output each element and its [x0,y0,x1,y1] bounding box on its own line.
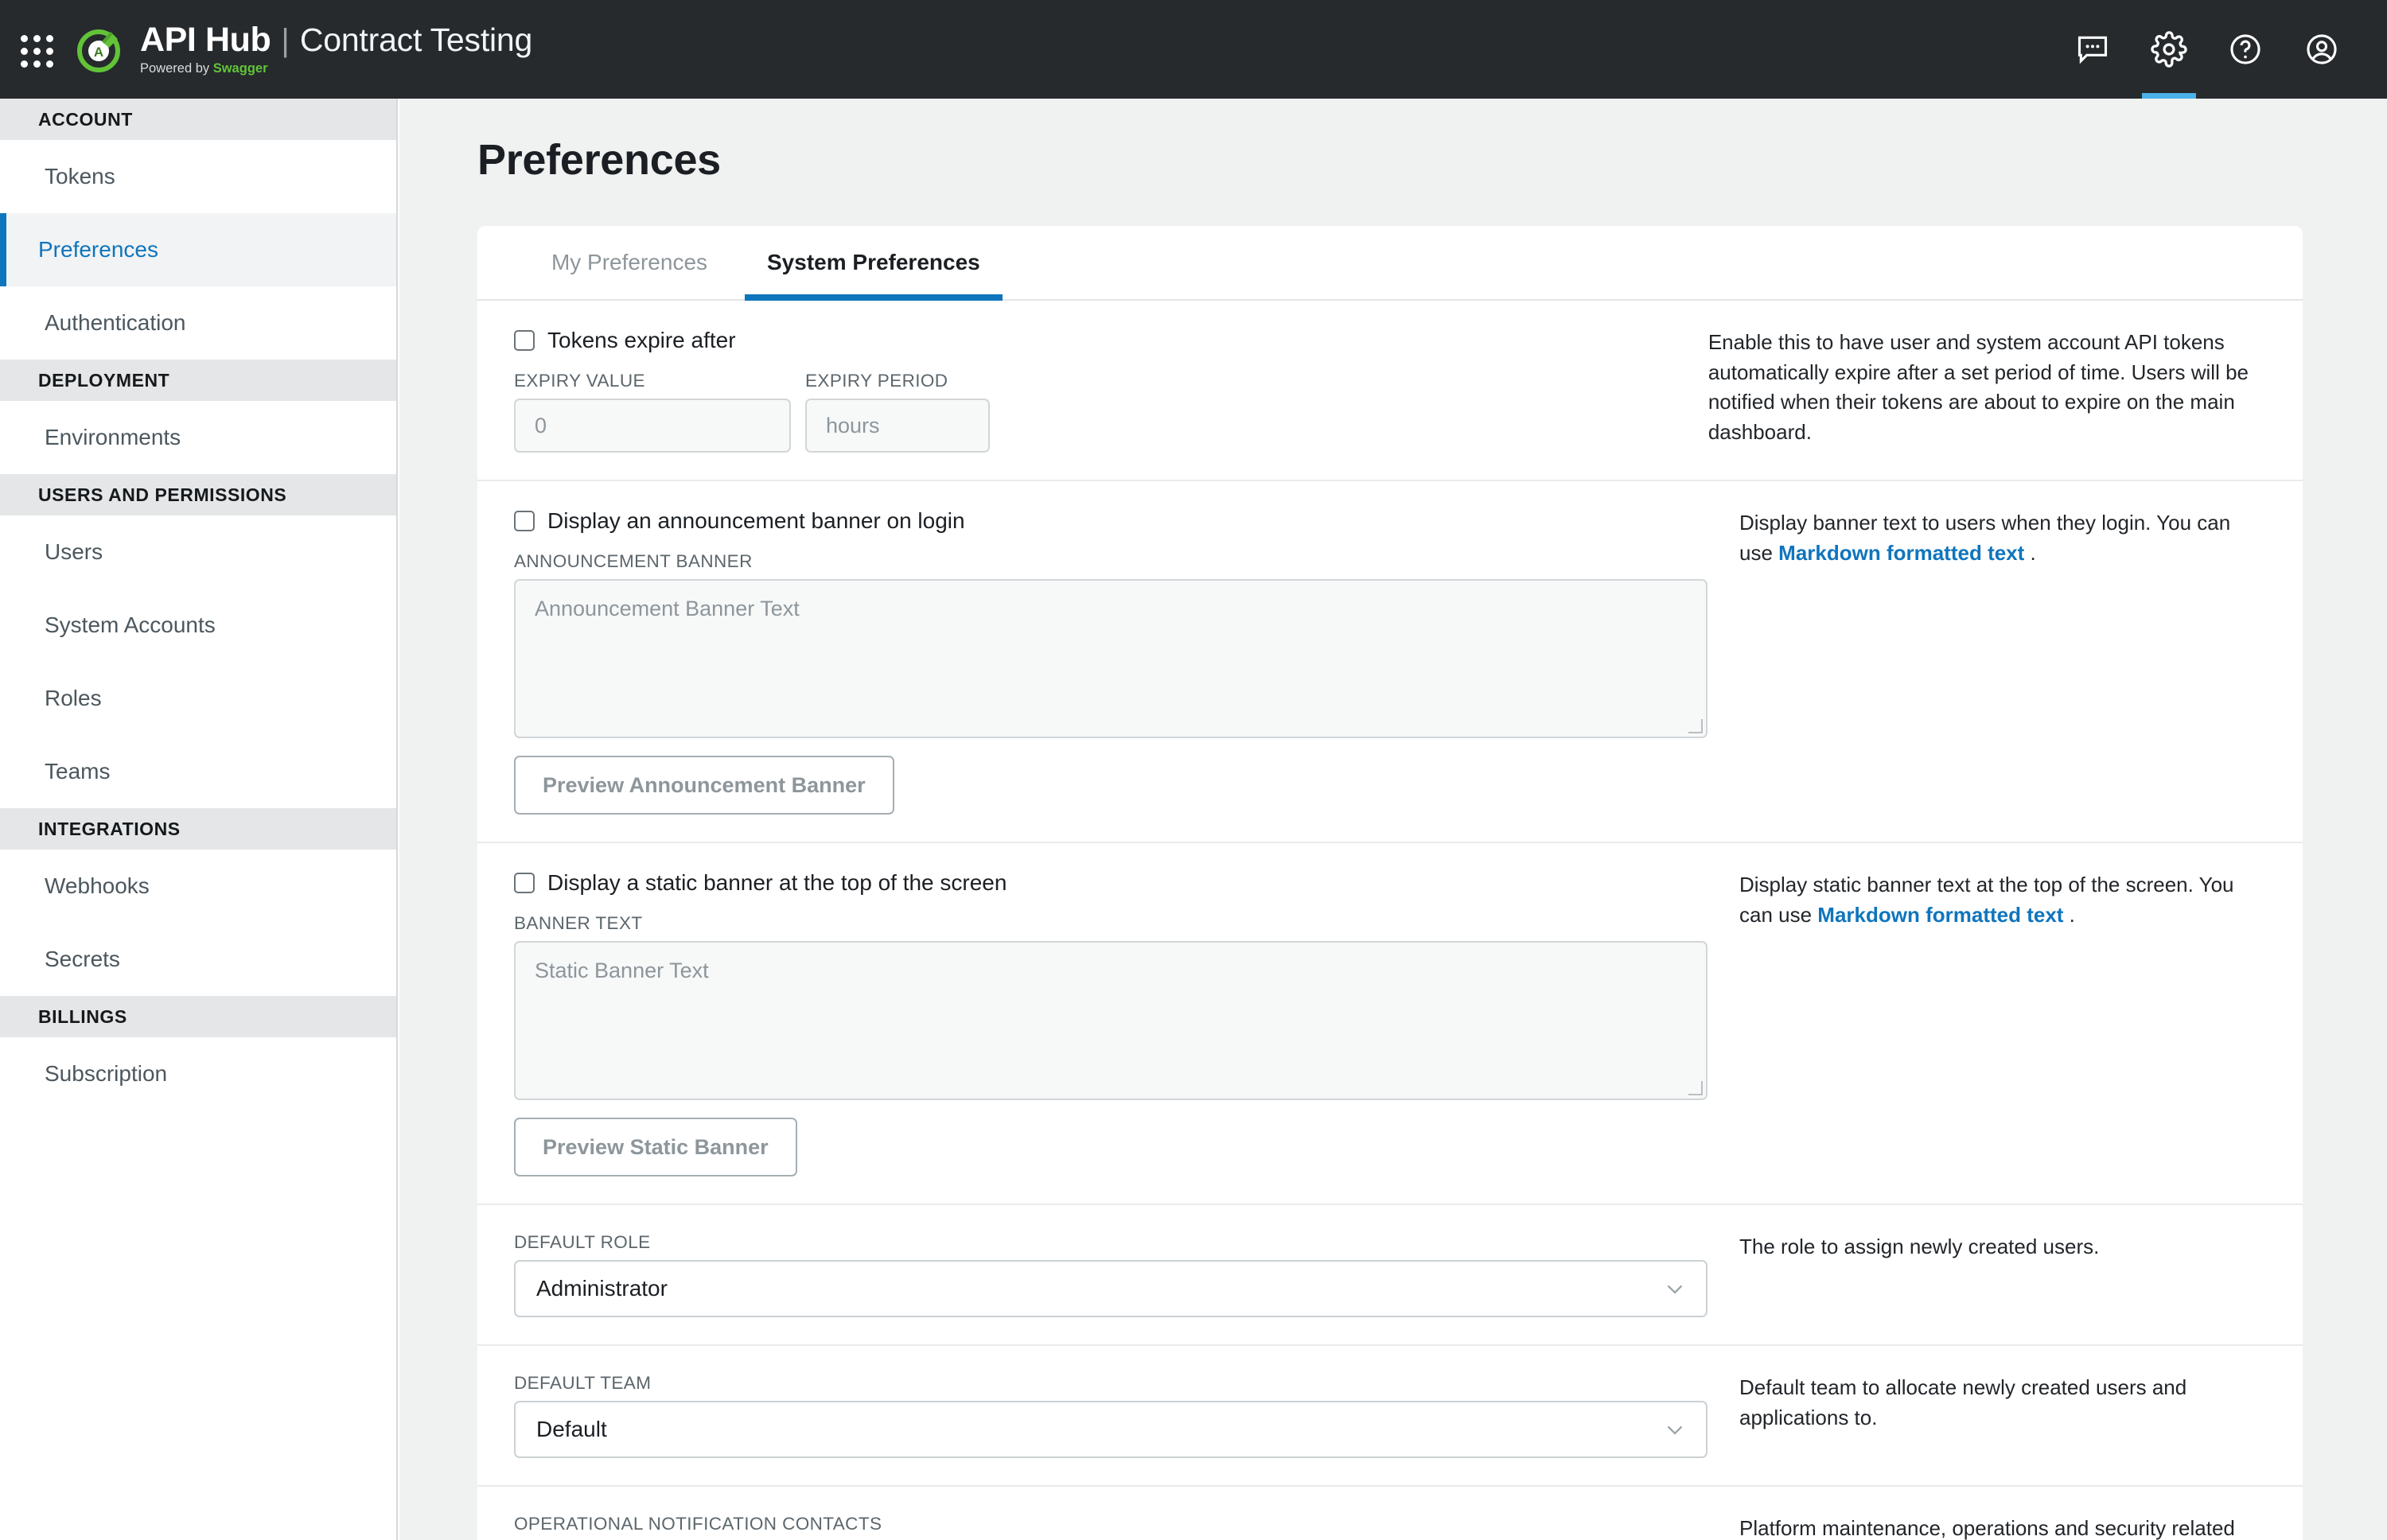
brand-name: API Hub [140,23,271,57]
announcement-help-after: . [2024,541,2035,565]
sidebar-item-environments[interactable]: Environments [0,401,396,474]
brand-logo[interactable]: A API Hub | Contract Testing Powered by … [75,14,553,85]
expiry-period-group: EXPIRY PERIOD hours [805,353,990,453]
expiry-period-input[interactable]: hours [805,399,990,453]
sidebar-section-billings: BILLINGS [0,996,396,1037]
tokens-expire-label: Tokens expire after [547,328,736,353]
row-default-team: DEFAULT TEAM Default Default team to all… [477,1346,2303,1487]
default-role-value: Administrator [536,1276,1661,1301]
notification-contacts-label: OPERATIONAL NOTIFICATION CONTACTS [514,1514,1708,1534]
announcement-banner-label: Display an announcement banner on login [547,508,965,534]
sidebar-section-integrations: INTEGRATIONS [0,808,396,850]
row-default-team-controls: DEFAULT TEAM Default [514,1346,1708,1485]
expiry-value-group: EXPIRY VALUE 0 [514,353,791,453]
row-tokens-expire: Tokens expire after EXPIRY VALUE 0 EXPIR… [477,301,2303,481]
default-role-select[interactable]: Administrator [514,1260,1708,1317]
chevron-down-icon [1661,1275,1688,1302]
account-icon[interactable] [2284,0,2360,99]
row-default-role: DEFAULT ROLE Administrator The role to a… [477,1205,2303,1346]
sidebar-item-tokens[interactable]: Tokens [0,140,396,213]
tokens-expire-help: Enable this to have user and system acco… [1676,301,2266,480]
notification-contacts-help: Platform maintenance, operations and sec… [1708,1487,2266,1540]
sidebar-item-authentication[interactable]: Authentication [0,286,396,360]
sidebar-section-deployment: DEPLOYMENT [0,360,396,401]
tokens-expire-checkbox[interactable] [514,330,535,351]
row-tokens-expire-controls: Tokens expire after EXPIRY VALUE 0 EXPIR… [514,301,1676,480]
preview-announcement-banner-button[interactable]: Preview Announcement Banner [514,756,894,815]
row-announcement-banner: Display an announcement banner on login … [477,481,2303,843]
static-help-after: . [2063,903,2074,927]
row-static-banner-controls: Display a static banner at the top of th… [514,843,1708,1204]
svg-text:A: A [94,45,103,60]
announcement-checkbox-line: Display an announcement banner on login [514,508,1708,534]
help-icon[interactable] [2207,0,2284,99]
tokens-expire-checkbox-line: Tokens expire after [514,328,1676,353]
expiry-fields: EXPIRY VALUE 0 EXPIRY PERIOD hours [514,353,1676,453]
announcement-banner-help: Display banner text to users when they l… [1708,481,2266,842]
announcement-banner-field-label: ANNOUNCEMENT BANNER [514,551,1708,572]
preferences-card: My Preferences System Preferences Tokens… [477,226,2303,1540]
row-default-role-controls: DEFAULT ROLE Administrator [514,1205,1708,1344]
static-banner-textarea[interactable]: Static Banner Text [514,941,1708,1100]
default-team-help: Default team to allocate newly created u… [1708,1346,2266,1485]
preview-static-banner-button[interactable]: Preview Static Banner [514,1118,797,1176]
row-announcement-controls: Display an announcement banner on login … [514,481,1708,842]
sidebar-item-subscription[interactable]: Subscription [0,1037,396,1110]
default-team-select[interactable]: Default [514,1401,1708,1458]
static-banner-checkbox-line: Display a static banner at the top of th… [514,870,1708,896]
swagger-logo-icon: A [75,24,126,75]
markdown-link-announcement[interactable]: Markdown formatted text [1778,541,2024,565]
row-notification-controls: OPERATIONAL NOTIFICATION CONTACTS m+2023… [514,1487,1708,1540]
announcement-banner-textarea[interactable]: Announcement Banner Text [514,579,1708,738]
header-icon-group [2054,0,2360,99]
expiry-value-label: EXPIRY VALUE [514,371,791,391]
gear-icon[interactable] [2131,0,2207,99]
brand-product: Contract Testing [300,24,532,56]
preferences-tabs: My Preferences System Preferences [477,226,2303,301]
expiry-value-input[interactable]: 0 [514,399,791,453]
default-team-value: Default [536,1417,1661,1442]
sidebar-item-system-accounts[interactable]: System Accounts [0,589,396,662]
sidebar-item-preferences[interactable]: Preferences [0,213,396,286]
top-header-bar: A API Hub | Contract Testing Powered by … [0,0,2387,99]
sidebar-item-webhooks[interactable]: Webhooks [0,850,396,923]
tab-my-preferences[interactable]: My Preferences [514,226,745,299]
markdown-link-static[interactable]: Markdown formatted text [1817,903,2063,927]
static-banner-field-label: BANNER TEXT [514,913,1708,934]
static-banner-help: Display static banner text at the top of… [1708,843,2266,1204]
announcement-banner-checkbox[interactable] [514,511,535,531]
static-banner-checkbox[interactable] [514,873,535,893]
default-role-help: The role to assign newly created users. [1708,1205,2266,1344]
brand-separator: | [281,25,289,56]
chat-icon[interactable] [2054,0,2131,99]
sidebar-item-users[interactable]: Users [0,515,396,589]
chevron-down-icon [1661,1416,1688,1443]
apps-grid-icon[interactable] [13,27,57,72]
sidebar-section-users-permissions: USERS AND PERMISSIONS [0,474,396,515]
row-static-banner: Display a static banner at the top of th… [477,843,2303,1205]
sidebar-nav: ACCOUNT Tokens Preferences Authenticatio… [0,99,398,1540]
default-role-label: DEFAULT ROLE [514,1232,1708,1253]
sidebar-section-account: ACCOUNT [0,99,396,140]
row-notification-contacts: OPERATIONAL NOTIFICATION CONTACTS m+2023… [477,1487,2303,1540]
main-content: Preferences My Preferences System Prefer… [399,99,2387,1540]
default-team-label: DEFAULT TEAM [514,1373,1708,1394]
static-banner-label: Display a static banner at the top of th… [547,870,1007,896]
powered-by-label: Powered by Swagger [140,61,532,76]
sidebar-item-roles[interactable]: Roles [0,662,396,735]
expiry-period-label: EXPIRY PERIOD [805,371,990,391]
page-title: Preferences [477,135,2387,185]
sidebar-item-secrets[interactable]: Secrets [0,923,396,996]
tab-system-preferences[interactable]: System Preferences [745,226,1003,299]
sidebar-item-teams[interactable]: Teams [0,735,396,808]
